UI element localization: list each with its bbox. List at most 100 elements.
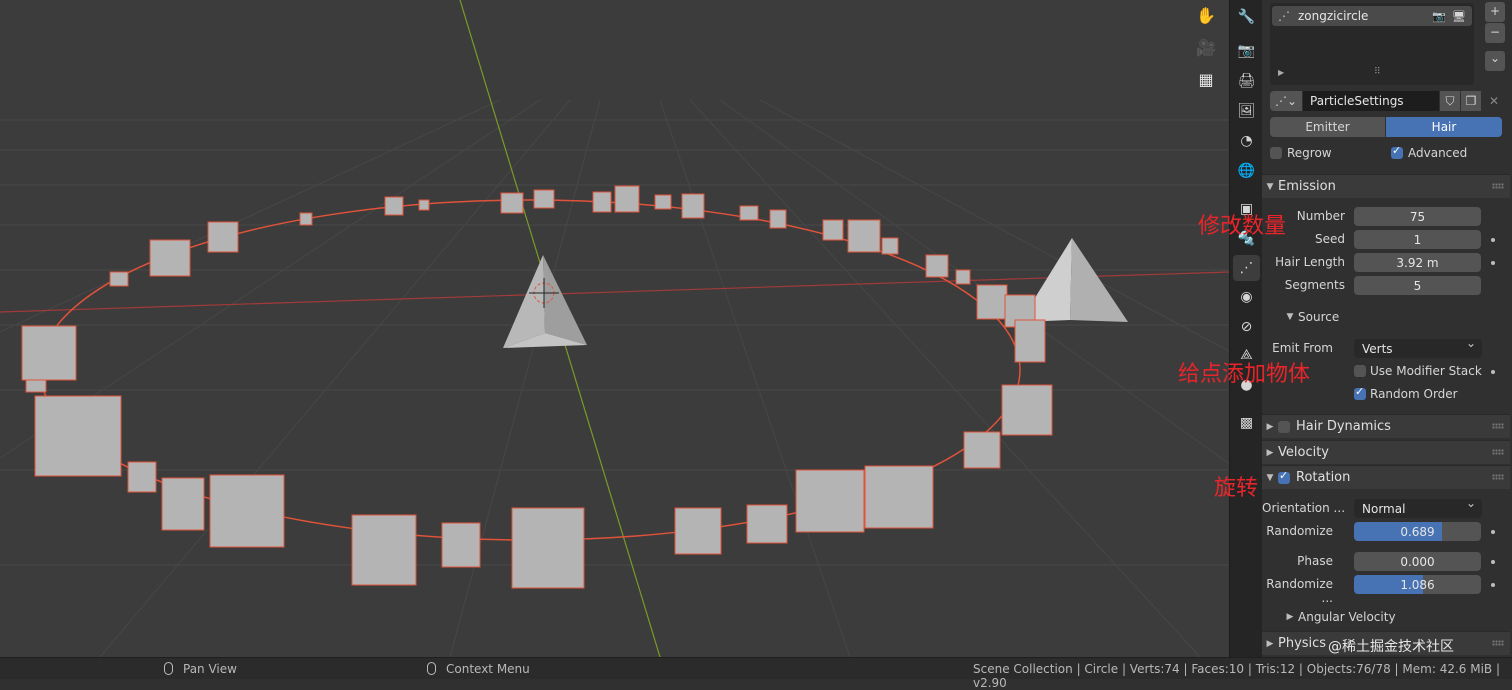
segments-field[interactable]: 5 xyxy=(1354,276,1481,295)
3d-viewport[interactable]: ✋ 🎥 ▦ xyxy=(0,0,1229,657)
regrow-checkbox[interactable]: Regrow xyxy=(1270,143,1332,163)
advanced-check[interactable] xyxy=(1391,144,1403,159)
fake-user-icon[interactable]: ⛉ xyxy=(1440,91,1460,111)
randomize-label: Randomize xyxy=(1266,524,1333,538)
mouse-icon xyxy=(164,662,173,675)
add-slot-button[interactable]: + xyxy=(1485,2,1505,22)
expand-triangle-icon: ▼ xyxy=(1286,312,1294,322)
number-field[interactable]: 75 xyxy=(1354,207,1481,226)
randomize-slider[interactable]: 0.689 xyxy=(1354,522,1481,541)
emission-title: Emission xyxy=(1278,179,1336,194)
velocity-panel-header[interactable]: ▶ Velocity xyxy=(1262,440,1510,464)
use-modifier-stack-check[interactable] xyxy=(1354,365,1366,377)
advanced-checkbox[interactable]: Advanced xyxy=(1391,143,1467,163)
hair-length-field[interactable]: 3.92 m xyxy=(1354,253,1481,272)
emission-panel-header[interactable]: ▼ Emission xyxy=(1262,174,1510,198)
pan-hand-icon[interactable]: ✋ xyxy=(1193,2,1219,28)
emit-from-dropdown[interactable]: Verts xyxy=(1354,339,1482,358)
unlink-icon[interactable]: ✕ xyxy=(1484,91,1504,111)
scene-icon[interactable]: ◔ xyxy=(1233,128,1260,154)
expand-triangle-icon: ▼ xyxy=(1266,181,1274,192)
mouse-icon xyxy=(427,662,436,675)
view-layer-icon[interactable]: 🖼 xyxy=(1233,98,1260,124)
drag-grip-icon[interactable] xyxy=(1492,640,1504,646)
properties-tab-bar: 🔧 📷 🖨 🖼 ◔ 🌐 ▣ 🔩 ⋰ ◉ ⊘ ⟁ ● ▩ xyxy=(1229,0,1262,657)
regrow-check[interactable] xyxy=(1270,147,1282,159)
randomize-phase-label: Randomize ... xyxy=(1266,577,1333,605)
hair-particles xyxy=(21,185,1053,589)
drag-grip-icon[interactable] xyxy=(1492,183,1504,189)
keyframe-dot[interactable] xyxy=(1491,370,1495,374)
hair-length-label: Hair Length xyxy=(1275,255,1345,269)
phase-label: Phase xyxy=(1297,554,1333,568)
viewport-scene xyxy=(0,0,1229,657)
watermark: @稀土掘金技术社区 xyxy=(1328,639,1454,655)
expand-triangle-icon[interactable]: ▶ xyxy=(1278,68,1284,77)
randomize-phase-slider[interactable]: 1.086 xyxy=(1354,575,1481,594)
render-icon[interactable]: 📷 xyxy=(1233,38,1260,64)
particle-system-list[interactable]: ⋰ zongzicircle 📷 🖥 ▶ ⠿ xyxy=(1270,3,1474,85)
hair-dynamics-title: Hair Dynamics xyxy=(1296,419,1391,434)
keyframe-dot[interactable] xyxy=(1491,238,1495,242)
segments-label: Segments xyxy=(1284,278,1345,292)
keyframe-dot[interactable] xyxy=(1491,261,1495,265)
orientation-value: Normal xyxy=(1362,501,1406,516)
expand-triangle-icon: ▶ xyxy=(1266,421,1274,432)
pan-view-hint: Pan View xyxy=(164,662,237,676)
remove-slot-button[interactable]: − xyxy=(1485,23,1505,43)
context-menu-hint: Context Menu xyxy=(427,662,530,676)
drag-grip-icon[interactable] xyxy=(1492,474,1504,480)
rotation-title: Rotation xyxy=(1296,470,1351,485)
use-modifier-stack-checkbox[interactable]: Use Modifier Stack xyxy=(1354,361,1482,381)
world-icon[interactable]: 🌐 xyxy=(1233,158,1260,184)
duplicate-icon[interactable]: ❐ xyxy=(1461,91,1481,111)
particles-item-icon: ⋰ xyxy=(1278,9,1290,23)
type-emitter-button[interactable]: Emitter xyxy=(1270,117,1385,137)
phase-slider[interactable]: 0.000 xyxy=(1354,552,1481,571)
drag-grip-icon[interactable] xyxy=(1492,449,1504,455)
status-bar: Pan View Context Menu Scene Collection |… xyxy=(0,639,1512,690)
expand-triangle-icon: ▶ xyxy=(1266,638,1274,649)
physics-icon[interactable]: ◉ xyxy=(1233,284,1260,310)
settings-name-field[interactable]: ParticleSettings xyxy=(1303,91,1439,111)
keyframe-dot[interactable] xyxy=(1491,583,1495,587)
seed-field[interactable]: 1 xyxy=(1354,230,1481,249)
hair-dynamics-check[interactable] xyxy=(1278,420,1290,433)
random-order-checkbox[interactable]: Random Order xyxy=(1354,384,1458,404)
expand-triangle-icon: ▶ xyxy=(1266,447,1274,458)
randomize-value: 0.689 xyxy=(1400,524,1435,539)
angular-velocity-title: Angular Velocity xyxy=(1298,610,1396,624)
texture-icon[interactable]: ▩ xyxy=(1233,410,1260,436)
tool-icon[interactable]: 🔧 xyxy=(1233,4,1260,30)
use-modifier-stack-label: Use Modifier Stack xyxy=(1370,364,1482,378)
velocity-title: Velocity xyxy=(1278,445,1329,460)
context-menu-label: Context Menu xyxy=(446,662,530,676)
source-subpanel-header[interactable]: ▼ Source xyxy=(1282,307,1340,327)
particle-system-name: zongzicircle xyxy=(1298,9,1369,23)
settings-browse-button[interactable]: ⋰⌄ xyxy=(1270,91,1302,111)
keyframe-dot[interactable] xyxy=(1491,530,1495,534)
particles-icon[interactable]: ⋰ xyxy=(1233,255,1260,281)
emit-from-value: Verts xyxy=(1362,341,1393,356)
angular-velocity-subpanel-header[interactable]: ▶ Angular Velocity xyxy=(1282,607,1396,627)
drag-grip-icon[interactable] xyxy=(1492,423,1504,429)
screen-toggle-icon[interactable]: 🖥 xyxy=(1452,10,1466,23)
camera-toggle-icon[interactable]: 📷 xyxy=(1432,10,1446,23)
grid-icon[interactable]: ▦ xyxy=(1193,66,1219,92)
constraints-icon[interactable]: ⊘ xyxy=(1233,314,1260,340)
keyframe-dot[interactable] xyxy=(1491,560,1495,564)
camera-icon[interactable]: 🎥 xyxy=(1193,34,1219,60)
output-icon[interactable]: 🖨 xyxy=(1233,68,1260,94)
orientation-dropdown[interactable]: Normal xyxy=(1354,499,1482,518)
annotation-rotate: 旋转 xyxy=(1214,476,1259,501)
hair-dynamics-panel-header[interactable]: ▶ Hair Dynamics xyxy=(1262,414,1510,438)
annotation-modify-count: 修改数量 xyxy=(1198,214,1287,239)
type-hair-button[interactable]: Hair xyxy=(1386,117,1502,137)
list-item[interactable]: ⋰ zongzicircle 📷 🖥 xyxy=(1272,6,1472,26)
resize-grip-icon[interactable]: ⠿ xyxy=(1374,67,1381,77)
random-order-check[interactable] xyxy=(1354,385,1366,400)
rotation-panel-header[interactable]: ▼ Rotation xyxy=(1262,465,1510,489)
center-pyramid xyxy=(503,255,587,348)
slot-menu-button[interactable]: ⌄ xyxy=(1485,51,1505,71)
rotation-check[interactable] xyxy=(1278,469,1290,484)
